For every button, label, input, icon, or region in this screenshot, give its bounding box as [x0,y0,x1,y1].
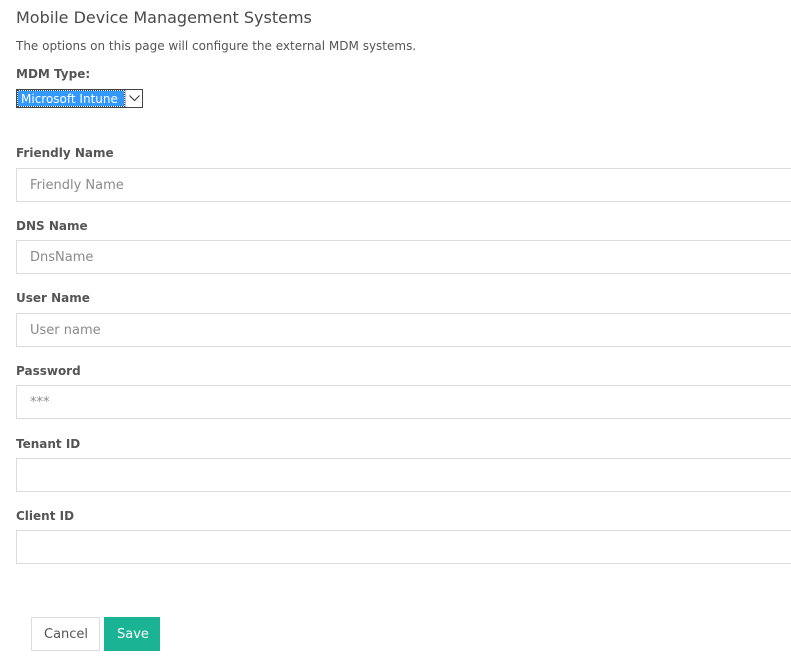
friendly-name-label: Friendly Name [16,146,114,160]
chevron-down-icon[interactable] [125,90,142,107]
friendly-name-input[interactable] [16,168,791,202]
tenant-id-input[interactable] [16,458,791,492]
dns-name-label: DNS Name [16,219,88,233]
cancel-button[interactable]: Cancel [31,617,100,651]
mdm-type-label: MDM Type: [16,67,91,81]
user-name-label: User Name [16,291,90,305]
password-label: Password [16,364,81,378]
mdm-type-select[interactable]: Microsoft Intune [16,89,143,108]
tenant-id-label: Tenant ID [16,437,81,451]
password-input[interactable] [16,385,791,419]
client-id-input[interactable] [16,530,791,564]
save-button[interactable]: Save [104,617,160,651]
mdm-type-selected-value: Microsoft Intune [17,90,125,107]
mdm-settings-page: Mobile Device Management Systems The opt… [0,0,791,661]
dns-name-input[interactable] [16,240,791,274]
client-id-label: Client ID [16,509,75,523]
page-title: Mobile Device Management Systems [16,8,312,27]
page-description: The options on this page will configure … [16,39,417,53]
user-name-input[interactable] [16,313,791,347]
